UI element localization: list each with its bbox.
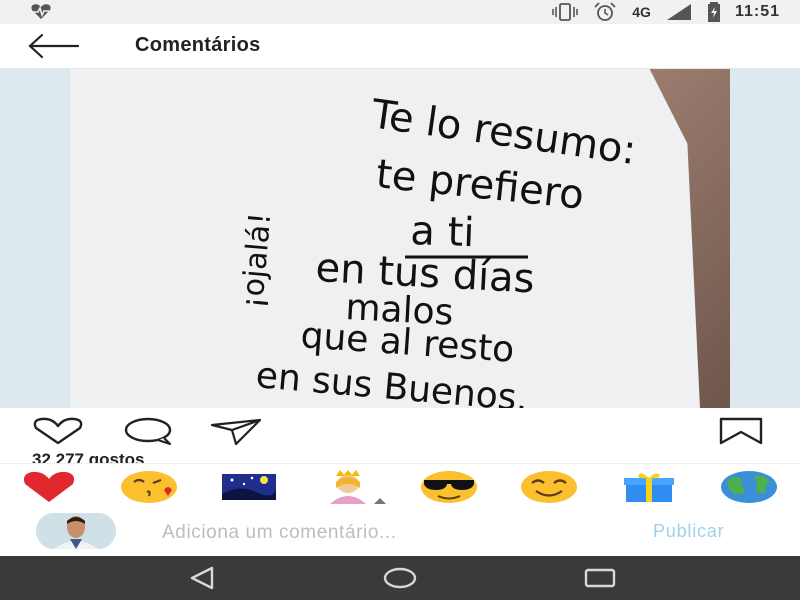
night-emoji-button[interactable] — [220, 470, 278, 504]
smiling-face-icon — [521, 471, 577, 503]
system-nav-bar — [0, 556, 800, 600]
nav-recents-button[interactable] — [580, 564, 620, 592]
clock: 11:51 — [734, 3, 780, 20]
princess-icon — [330, 470, 386, 504]
side-note: ¡ojalá! — [235, 211, 278, 310]
comment-icon — [124, 417, 172, 446]
arrow-left-icon — [28, 33, 80, 59]
starry-night-icon — [222, 474, 276, 500]
heart-rate-icon — [31, 4, 51, 19]
gift-emoji-button[interactable] — [620, 470, 678, 504]
comment-composer: Publicar — [0, 510, 800, 556]
sunglasses-face-icon — [421, 471, 477, 503]
heart-emoji-button[interactable] — [20, 470, 78, 504]
share-icon — [210, 418, 262, 446]
avatar[interactable] — [36, 513, 116, 549]
gift-icon — [624, 473, 674, 502]
post-image: Te lo resumo: te prefiero a ti en tus dí… — [0, 69, 800, 408]
user-avatar-image — [36, 513, 116, 549]
home-circle-icon — [383, 567, 417, 589]
alarm-icon — [594, 2, 616, 21]
comment-button[interactable] — [120, 416, 172, 446]
signal-icon — [666, 4, 691, 20]
publish-button[interactable]: Publicar — [653, 521, 724, 542]
globe-icon — [721, 471, 777, 503]
kissing-emoji-button[interactable] — [120, 470, 178, 504]
cool-emoji-button[interactable] — [420, 470, 478, 504]
note-line: a ti — [410, 208, 476, 256]
back-triangle-icon — [190, 566, 214, 590]
vibrate-icon — [552, 3, 579, 21]
handwritten-note: Te lo resumo: te prefiero a ti en tus dí… — [235, 91, 639, 408]
back-button[interactable] — [26, 32, 82, 60]
recents-square-icon — [584, 568, 616, 588]
globe-emoji-button[interactable] — [720, 470, 778, 504]
share-button[interactable] — [208, 416, 262, 446]
like-button[interactable] — [30, 416, 83, 446]
smile-emoji-button[interactable] — [520, 470, 578, 504]
nav-home-button[interactable] — [380, 564, 420, 592]
kissing-face-icon — [121, 471, 177, 503]
heart-icon — [33, 417, 83, 445]
post-actions — [0, 408, 800, 452]
bookmark-icon — [719, 417, 763, 445]
save-button[interactable] — [716, 416, 766, 446]
comment-input[interactable] — [160, 518, 604, 548]
emoji-bar — [0, 463, 800, 511]
battery-charging-icon — [707, 2, 720, 22]
status-bar: 4G 11:51 — [0, 0, 800, 24]
page-title: Comentários — [135, 34, 261, 56]
network-type: 4G — [632, 4, 651, 20]
likes-count[interactable]: 32 277 gostos — [32, 449, 144, 463]
nav-back-button[interactable] — [182, 564, 222, 592]
app-bar: Comentários — [0, 24, 800, 69]
red-heart-icon — [23, 471, 75, 502]
princess-emoji-button[interactable] — [320, 470, 386, 504]
